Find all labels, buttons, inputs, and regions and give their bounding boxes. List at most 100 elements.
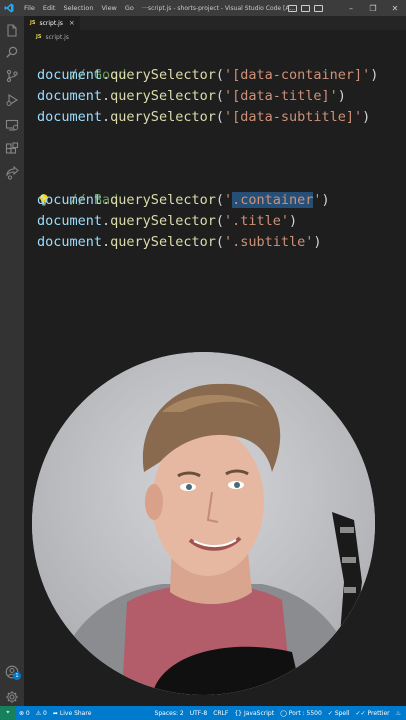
paren-token: ): [362, 109, 371, 125]
status-bar: ⌖ ⊗ 0 ⚠ 0 ➦ Live Share Spaces: 2 UTF-8 C…: [0, 706, 406, 720]
menu-edit[interactable]: Edit: [39, 4, 60, 12]
query-selector-token: querySelector: [110, 67, 216, 83]
string-token: '.subtitle': [223, 234, 314, 250]
tab-bar: JS script.js ×: [24, 16, 406, 30]
code-line-bad-comment: 💡// Bad: [37, 169, 118, 208]
paren-token: ): [313, 234, 322, 250]
dot-token: .: [102, 67, 111, 83]
status-bar-right: Spaces: 2 UTF-8 CRLF {} JavaScript ◯ Por…: [152, 706, 404, 720]
selected-text: .container: [232, 192, 314, 208]
notifications-bell-icon[interactable]: ♨: [393, 710, 404, 717]
port-label: Port : 5500: [288, 709, 322, 717]
dot-token: .: [102, 88, 111, 104]
tab-script-js[interactable]: JS script.js ×: [24, 16, 80, 30]
query-selector-token: querySelector: [110, 234, 216, 250]
live-share-icon: ➦: [52, 709, 58, 717]
query-selector-token: querySelector: [110, 213, 216, 229]
remote-indicator-icon[interactable]: ⌖: [0, 706, 16, 720]
toggle-panel-icon[interactable]: [301, 4, 310, 12]
query-selector-token: querySelector: [110, 192, 216, 208]
restore-button[interactable]: ❐: [362, 0, 384, 16]
menu-view[interactable]: View: [97, 4, 120, 12]
code-line-good-comment: // Good: [37, 44, 127, 83]
menu-file[interactable]: File: [20, 4, 39, 12]
close-tab-icon[interactable]: ×: [69, 19, 75, 27]
string-token: '[data-subtitle]': [223, 109, 363, 125]
paren-token: (: [215, 192, 224, 208]
toggle-secondary-sidebar-icon[interactable]: [314, 4, 323, 12]
query-selector-token: querySelector: [110, 109, 216, 125]
toggle-sidebar-icon[interactable]: [288, 4, 297, 12]
language-label: JavaScript: [243, 709, 275, 717]
code-line: document.querySelector('.title'): [37, 211, 297, 232]
javascript-file-icon: JS: [30, 20, 36, 26]
paren-token: ): [289, 213, 298, 229]
string-token: '[data-title]': [223, 88, 338, 104]
code-line: document.querySelector('[data-container]…: [37, 65, 378, 86]
prettier-label: Prettier: [367, 709, 390, 717]
paren-token: (: [215, 234, 224, 250]
paren-token: (: [215, 67, 224, 83]
broadcast-icon: ◯: [280, 709, 287, 717]
problems-errors[interactable]: ⊗ 0: [16, 710, 33, 717]
close-window-button[interactable]: ✕: [384, 0, 406, 16]
paren-token: ): [337, 88, 346, 104]
settings-gear-icon[interactable]: [5, 689, 19, 703]
document-token: document: [37, 213, 103, 229]
indentation-status[interactable]: Spaces: 2: [152, 710, 187, 717]
title-bar: File Edit Selection View Go ··· script.j…: [0, 0, 406, 16]
string-token: '.title': [223, 213, 290, 229]
vscode-logo-icon: [4, 3, 14, 13]
search-icon[interactable]: [5, 44, 19, 58]
breadcrumb-item-script-js[interactable]: script.js: [45, 34, 68, 41]
dot-token: .: [102, 109, 111, 125]
eol-status[interactable]: CRLF: [210, 710, 231, 717]
live-share-status[interactable]: ➦ Live Share: [50, 710, 95, 717]
code-line: document.querySelector('[data-subtitle]'…: [37, 107, 370, 128]
run-debug-icon[interactable]: [5, 92, 19, 106]
code-line: document.querySelector('.container'): [37, 190, 330, 211]
document-token: document: [37, 109, 103, 125]
check-all-icon: ✓✓: [355, 709, 366, 717]
document-token: document: [37, 88, 103, 104]
string-token: ': [313, 192, 322, 208]
prettier-status[interactable]: ✓✓ Prettier: [352, 710, 392, 717]
paren-token: ): [321, 192, 330, 208]
live-share-icon[interactable]: [5, 165, 19, 180]
document-token: document: [37, 67, 103, 83]
extensions-icon[interactable]: [5, 141, 19, 155]
live-server-port[interactable]: ◯ Port : 5500: [277, 710, 325, 717]
live-share-label: Live Share: [59, 709, 92, 717]
document-token: document: [37, 234, 103, 250]
dot-token: .: [102, 213, 111, 229]
menu-go[interactable]: Go: [121, 4, 138, 12]
braces-icon: {}: [234, 709, 242, 717]
minimize-button[interactable]: –: [340, 0, 362, 16]
code-line: document.querySelector('[data-title]'): [37, 86, 346, 107]
layout-controls: [288, 4, 323, 12]
menu-selection[interactable]: Selection: [59, 4, 97, 12]
string-token: ': [223, 192, 233, 208]
presenter-illustration: [32, 352, 375, 695]
remote-explorer-icon[interactable]: [5, 117, 19, 131]
encoding-status[interactable]: UTF-8: [187, 710, 211, 717]
source-control-icon[interactable]: [5, 68, 19, 83]
account-icon[interactable]: 1: [5, 664, 21, 680]
breadcrumb: JS script.js: [24, 30, 406, 44]
webcam-overlay: [32, 352, 375, 695]
window-controls: – ❐ ✕: [340, 0, 406, 16]
dot-token: .: [102, 192, 111, 208]
document-token: document: [37, 192, 103, 208]
javascript-file-icon: JS: [36, 34, 42, 40]
problems-warnings[interactable]: ⚠ 0: [33, 710, 50, 717]
activity-bar: 1: [0, 16, 24, 706]
dot-token: .: [102, 234, 111, 250]
code-line: document.querySelector('.subtitle'): [37, 232, 322, 253]
language-mode[interactable]: {} JavaScript: [231, 710, 277, 717]
tab-label: script.js: [39, 19, 63, 27]
account-badge: 1: [13, 672, 21, 680]
explorer-icon[interactable]: [5, 23, 19, 37]
spell-check-status[interactable]: ✓ Spell: [325, 710, 353, 717]
check-icon: ✓: [327, 709, 333, 717]
window-title: script.js - shorts-project - Visual Stud…: [148, 4, 296, 12]
